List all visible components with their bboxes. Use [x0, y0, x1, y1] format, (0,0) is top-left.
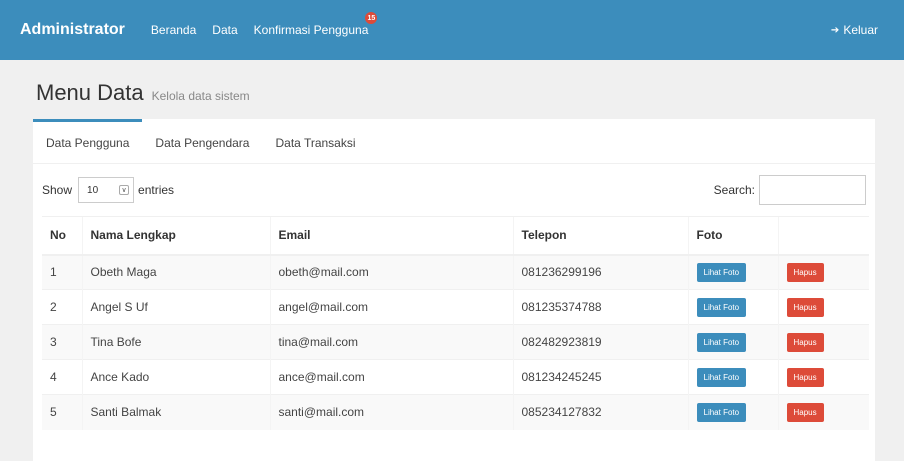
cell-name: Tina Bofe [81, 324, 270, 360]
table-header-row: No Nama Lengkap Email Telepon Foto [42, 216, 869, 256]
table-row: 2 Angel S Uf angel@mail.com 081235374788… [42, 289, 869, 325]
cell-email: ance@mail.com [269, 359, 513, 395]
cell-actions: Hapus [777, 394, 869, 430]
entries-value: 10 [87, 184, 99, 196]
cell-name: Angel S Uf [81, 289, 270, 325]
column-header-nama-lengkap[interactable]: Nama Lengkap [81, 216, 270, 256]
tab-data-pengendara[interactable]: Data Pengendara [142, 119, 262, 164]
users-table: No Nama Lengkap Email Telepon Foto 1 Obe… [42, 216, 869, 430]
cell-actions: Hapus [777, 359, 869, 395]
cell-no: 4 [42, 359, 82, 395]
cell-foto: Lihat Foto [687, 254, 778, 290]
logout-label: Keluar [843, 23, 878, 37]
sign-out-icon: ➔ [830, 24, 840, 36]
cell-foto: Lihat Foto [687, 289, 778, 325]
delete-button[interactable]: Hapus [786, 262, 824, 282]
cell-email: santi@mail.com [269, 394, 513, 430]
column-header-email[interactable]: Email [269, 216, 513, 256]
table-row: 4 Ance Kado ance@mail.com 081234245245 L… [42, 359, 869, 395]
cell-phone: 085234127832 [512, 394, 688, 430]
view-photo-button[interactable]: Lihat Foto [696, 297, 747, 317]
brand-logo[interactable]: Administrator [20, 21, 125, 39]
cell-name: Santi Balmak [81, 394, 270, 430]
entries-label: entries [138, 183, 175, 197]
cell-actions: Hapus [777, 289, 869, 325]
nav-item-konfirmasi-pengguna[interactable]: Konfirmasi Pengguna 15 [253, 12, 378, 37]
cell-no: 2 [42, 289, 82, 325]
cell-actions: Hapus [777, 254, 869, 290]
view-photo-button[interactable]: Lihat Foto [696, 367, 747, 387]
tab-bar: Data Pengguna Data Pengendara Data Trans… [33, 119, 875, 164]
entries-length-control: Show 10 ∨ entries [42, 177, 174, 203]
cell-no: 5 [42, 394, 82, 430]
cell-name: Obeth Maga [81, 254, 270, 290]
column-header-foto[interactable]: Foto [687, 216, 778, 256]
nav-item-data[interactable]: Data [212, 23, 237, 37]
cell-no: 1 [42, 254, 82, 290]
cell-phone: 081235374788 [512, 289, 688, 325]
table-controls: Show 10 ∨ entries Search: [42, 175, 866, 205]
cell-foto: Lihat Foto [687, 324, 778, 360]
show-label: Show [42, 183, 73, 197]
delete-button[interactable]: Hapus [786, 297, 824, 317]
cell-actions: Hapus [777, 324, 869, 360]
cell-name: Ance Kado [81, 359, 270, 395]
cell-phone: 081236299196 [512, 254, 688, 290]
column-header-actions [777, 216, 869, 256]
tab-data-pengguna[interactable]: Data Pengguna [33, 119, 143, 164]
delete-button[interactable]: Hapus [786, 402, 824, 422]
cell-no: 3 [42, 324, 82, 360]
delete-button[interactable]: Hapus [786, 367, 824, 387]
search-input[interactable] [759, 175, 866, 205]
cell-foto: Lihat Foto [687, 394, 778, 430]
search-control: Search: [714, 175, 866, 205]
data-panel: Data Pengguna Data Pengendara Data Trans… [33, 119, 875, 461]
column-header-telepon[interactable]: Telepon [512, 216, 688, 256]
entries-select[interactable]: 10 ∨ [78, 177, 135, 203]
nav-item-label: Konfirmasi Pengguna [253, 23, 369, 37]
column-header-no[interactable]: No [42, 216, 82, 256]
view-photo-button[interactable]: Lihat Foto [696, 402, 747, 422]
cell-email: obeth@mail.com [269, 254, 513, 290]
nav-item-beranda[interactable]: Beranda [151, 23, 196, 37]
cell-foto: Lihat Foto [687, 359, 778, 395]
cell-phone: 081234245245 [512, 359, 688, 395]
table-row: 3 Tina Bofe tina@mail.com 082482923819 L… [42, 324, 869, 360]
page-subtitle: Kelola data sistem [151, 89, 250, 103]
table-row: 5 Santi Balmak santi@mail.com 0852341278… [42, 394, 869, 430]
table-row: 1 Obeth Maga obeth@mail.com 081236299196… [42, 254, 869, 290]
notification-badge: 15 [365, 12, 378, 24]
search-label: Search: [713, 183, 755, 197]
cell-email: angel@mail.com [269, 289, 513, 325]
cell-phone: 082482923819 [512, 324, 688, 360]
view-photo-button[interactable]: Lihat Foto [696, 262, 747, 282]
tab-data-transaksi[interactable]: Data Transaksi [262, 119, 368, 164]
top-navbar: Administrator Beranda Data Konfirmasi Pe… [0, 0, 904, 60]
cell-email: tina@mail.com [269, 324, 513, 360]
chevron-down-icon: ∨ [119, 185, 130, 195]
logout-link[interactable]: ➔ Keluar [831, 0, 878, 60]
view-photo-button[interactable]: Lihat Foto [696, 332, 747, 352]
page-header: Menu Data Kelola data sistem [36, 80, 250, 106]
page-title: Menu Data [36, 80, 144, 105]
delete-button[interactable]: Hapus [786, 332, 824, 352]
